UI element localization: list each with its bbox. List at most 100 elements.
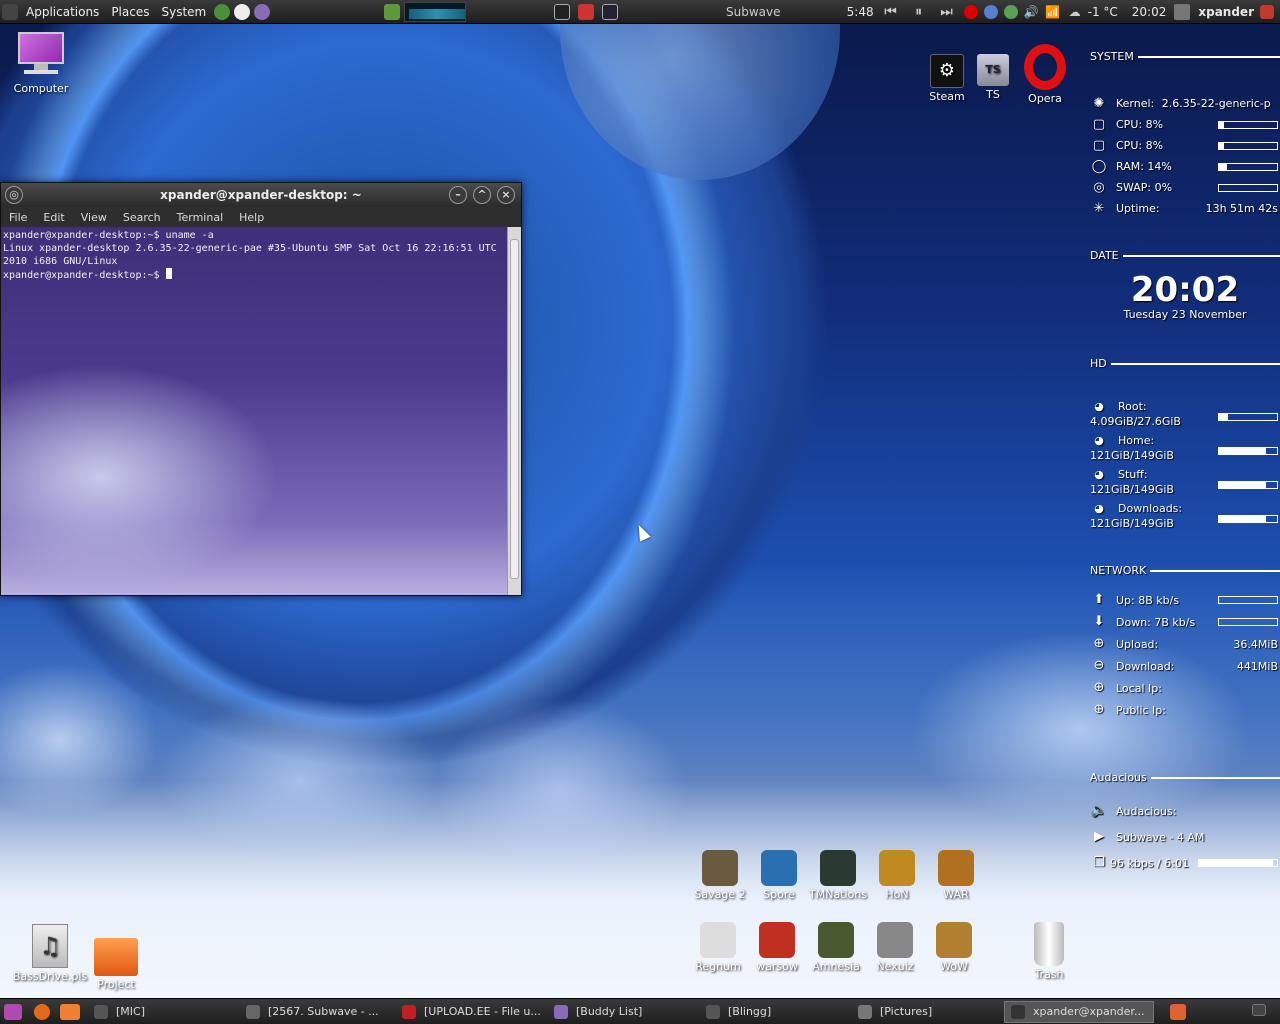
- uptime-icon: ✳: [1093, 200, 1105, 216]
- game-launcher-war[interactable]: WAR: [926, 850, 986, 901]
- menu-terminal[interactable]: Terminal: [169, 211, 232, 224]
- taskbar-button[interactable]: [Blingg]: [700, 1001, 850, 1023]
- game-launcher-warsow[interactable]: warsow: [747, 922, 807, 973]
- menu-search[interactable]: Search: [115, 211, 169, 224]
- weather-icon[interactable]: ☁: [1068, 5, 1082, 19]
- chat-status-icon[interactable]: [983, 5, 998, 19]
- project-desktop-icon[interactable]: Project: [90, 938, 142, 991]
- tools-icon[interactable]: [578, 4, 594, 20]
- previous-track-icon[interactable]: ⏮: [880, 4, 902, 20]
- wallpaper-trees: [0, 600, 1280, 1000]
- terminal-titlebar[interactable]: ◎ xpander@xpander-desktop: ~ – ^ ×: [1, 183, 521, 207]
- download-icon: ⊖: [1093, 658, 1105, 673]
- menu-applications[interactable]: Applications: [20, 5, 105, 19]
- game-launcher-nexuiz[interactable]: Nexuiz: [865, 922, 925, 973]
- trash-icon: [1034, 922, 1064, 966]
- cpu-icon: ▢: [1092, 137, 1106, 153]
- menu-help[interactable]: Help: [231, 211, 272, 224]
- now-playing-title[interactable]: Subwave: [726, 5, 781, 19]
- game-launcher-wow[interactable]: WoW: [924, 922, 984, 973]
- pidgin-icon[interactable]: [254, 3, 271, 20]
- play-icon: ▶: [1094, 829, 1104, 844]
- game-icon: [702, 850, 738, 886]
- cpu2-row: ▢ CPU: 8%: [1090, 135, 1280, 156]
- uptime-row: ✳ Uptime: 13h 51m 42s: [1090, 198, 1280, 219]
- terminal-menubar: File Edit View Search Terminal Help: [1, 207, 521, 227]
- hd-item: ◕ Root: 4.09GiB/27.6GiB: [1090, 398, 1280, 432]
- taskbar-button[interactable]: [MIC]: [88, 1001, 238, 1023]
- game-launcher-hon[interactable]: HoN: [867, 850, 927, 901]
- taskbar-button[interactable]: [2567. Subwave - ...: [240, 1001, 394, 1023]
- taskbar-button[interactable]: [UPLOAD.EE - File u...: [396, 1001, 546, 1023]
- user-name[interactable]: xpander: [1198, 5, 1254, 19]
- update-icon[interactable]: [1003, 5, 1018, 19]
- menu-edit[interactable]: Edit: [35, 211, 72, 224]
- wifi-icon[interactable]: 📶: [1044, 5, 1062, 19]
- clock[interactable]: 20:02: [1132, 5, 1167, 19]
- game-launcher-regnum[interactable]: Regnum: [688, 922, 748, 973]
- game-launcher-spore[interactable]: Spore: [749, 850, 809, 901]
- volume-icon[interactable]: 🔊: [1024, 5, 1039, 19]
- home-icon[interactable]: [60, 1003, 80, 1020]
- menu-view[interactable]: View: [73, 211, 115, 224]
- terminal-output[interactable]: xpander@xpander-desktop:~$ uname -a Linux…: [1, 227, 507, 595]
- game-launcher-savage-2[interactable]: Savage 2: [690, 850, 750, 901]
- opera-tray-icon[interactable]: [963, 5, 978, 19]
- network-header: NETWORK: [1090, 564, 1280, 577]
- kernel-row: ✺ Kernel: 2.6.35-22-generic-p: [1090, 93, 1280, 114]
- computer-label: Computer: [13, 82, 69, 95]
- ubuntu-logo-icon[interactable]: [2, 3, 18, 20]
- opera-label: Opera: [1028, 92, 1062, 105]
- game-launcher-amnesia[interactable]: Amnesia: [806, 922, 866, 973]
- terminal-launcher-icon[interactable]: [554, 4, 570, 20]
- minimize-icon[interactable]: –: [449, 186, 467, 204]
- steam-label: Steam: [929, 90, 965, 103]
- pie-disk-icon: ◕: [1094, 400, 1104, 413]
- taskbar-button[interactable]: xpander@xpander...: [1004, 1000, 1154, 1023]
- opera-desktop-icon[interactable]: Opera: [1022, 44, 1068, 105]
- system-monitor-graph[interactable]: [404, 2, 466, 22]
- ram-icon: ◯: [1091, 158, 1107, 174]
- workspace-2-icon[interactable]: [1252, 1004, 1266, 1016]
- firefox-icon[interactable]: [34, 1003, 50, 1020]
- scrollbar-thumb[interactable]: [510, 239, 519, 579]
- upload-total-row: ⊕ Upload: 36.4MiB: [1090, 633, 1280, 655]
- ts-desktop-icon[interactable]: TS TS: [972, 54, 1014, 101]
- close-icon[interactable]: ×: [497, 186, 515, 204]
- game-icon: [879, 850, 915, 886]
- menu-places[interactable]: Places: [105, 5, 155, 19]
- teamspeak-icon: TS: [977, 54, 1009, 86]
- planet: [560, 0, 840, 180]
- taskbar-button[interactable]: [Pictures]: [852, 1001, 1002, 1023]
- hd-bar: [1218, 515, 1278, 523]
- opera-icon: [1024, 44, 1066, 90]
- terminal-window[interactable]: ◎ xpander@xpander-desktop: ~ – ^ × File …: [0, 182, 522, 596]
- workspace-1-icon[interactable]: [1170, 1004, 1186, 1020]
- next-track-icon[interactable]: ⏭: [936, 4, 958, 20]
- user-avatar-icon[interactable]: [1174, 4, 1191, 20]
- download-total-row: ⊖ Download: 441MiB: [1090, 655, 1280, 677]
- maximize-icon[interactable]: ^: [473, 186, 491, 204]
- cpu-monitor-icon[interactable]: [384, 4, 400, 20]
- window-menu-icon[interactable]: ◎: [5, 186, 23, 204]
- pie-disk-icon: ◕: [1094, 502, 1104, 515]
- cpu1-bar: [1218, 120, 1278, 129]
- menu-system[interactable]: System: [155, 5, 212, 19]
- system-monitor-icon[interactable]: [602, 4, 618, 20]
- terminal-line: Linux xpander-desktop 2.6.35-22-generic-…: [3, 243, 503, 267]
- terminal-scrollbar[interactable]: [507, 227, 521, 595]
- computer-desktop-icon[interactable]: Computer: [8, 32, 74, 95]
- trash-desktop-icon[interactable]: Trash: [1026, 922, 1072, 981]
- hd-bar: [1218, 413, 1278, 421]
- people-icon[interactable]: [214, 3, 231, 20]
- bassdrive-desktop-icon[interactable]: ♫ BassDrive.pls: [12, 924, 88, 983]
- menu-file[interactable]: File: [1, 211, 35, 224]
- game-launcher-tmnations[interactable]: TMNations: [808, 850, 868, 901]
- pause-icon[interactable]: ⏸: [908, 4, 930, 20]
- taskbar-button[interactable]: [Buddy List]: [548, 1001, 698, 1023]
- power-icon[interactable]: [1260, 5, 1274, 19]
- steam-desktop-icon[interactable]: ⚙ Steam: [924, 54, 970, 103]
- show-desktop-icon[interactable]: [4, 1003, 22, 1020]
- weather-temp[interactable]: -1 °C: [1088, 5, 1118, 19]
- avatar-icon[interactable]: [234, 3, 251, 20]
